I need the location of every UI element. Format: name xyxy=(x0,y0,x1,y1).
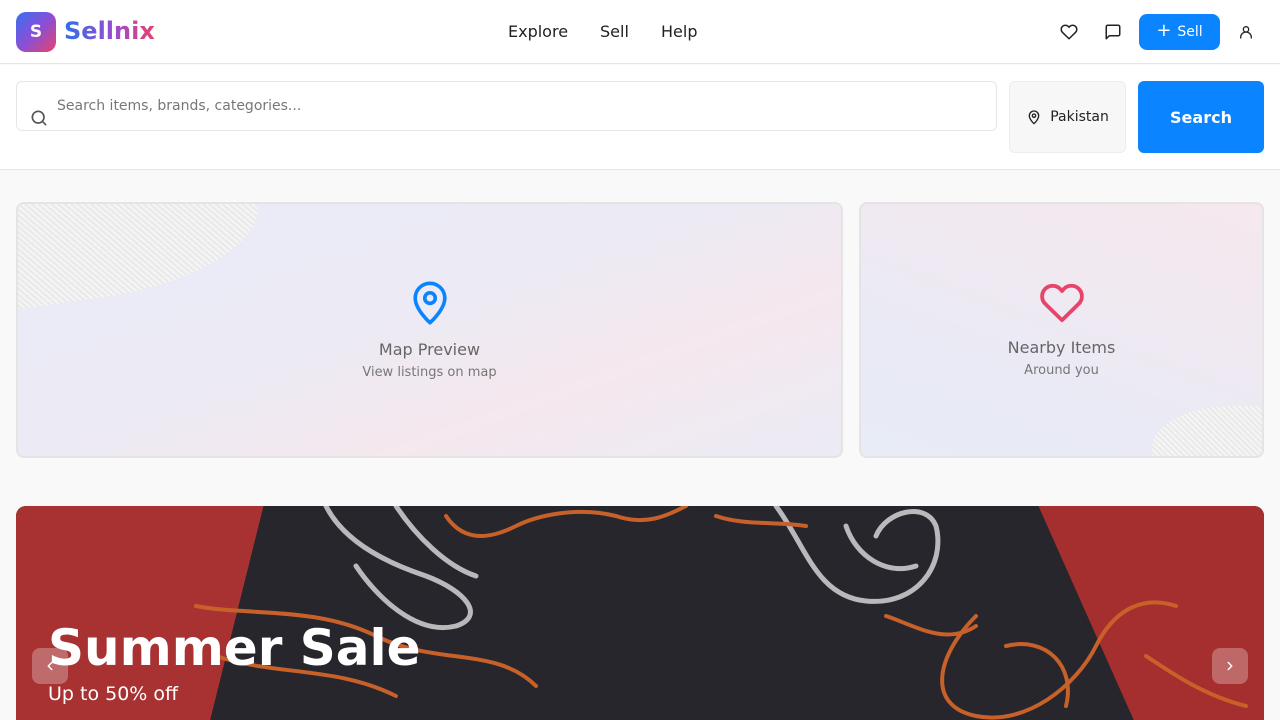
search-field[interactable] xyxy=(16,81,997,131)
nearby-items-card[interactable]: Nearby Items Around you xyxy=(859,202,1264,458)
nearby-items-title: Nearby Items xyxy=(1007,338,1116,357)
carousel-prev-button[interactable] xyxy=(32,648,68,684)
location-label: Pakistan xyxy=(1050,109,1109,125)
message-icon xyxy=(1105,24,1121,40)
heart-icon xyxy=(1039,283,1084,323)
account-button[interactable] xyxy=(1234,20,1258,44)
search-bar: Pakistan Search xyxy=(0,65,1280,170)
location-pin-icon xyxy=(1028,110,1040,125)
search-input[interactable] xyxy=(57,94,957,118)
map-pin-icon xyxy=(412,281,447,325)
card-decoration xyxy=(18,204,258,313)
heart-icon xyxy=(1060,24,1078,40)
brand-name[interactable]: Sellnix xyxy=(64,14,155,48)
chevron-right-icon xyxy=(1227,661,1233,671)
carousel-next-button[interactable] xyxy=(1212,648,1248,684)
top-navigation-bar: S Sellnix Explore Sell Help + Sell xyxy=(0,0,1280,64)
nav-help-link[interactable]: Help xyxy=(661,20,697,44)
plus-icon: + xyxy=(1156,20,1172,41)
card-decoration xyxy=(1152,406,1262,456)
chevron-left-icon xyxy=(47,661,53,671)
user-icon xyxy=(1240,26,1252,39)
search-icon xyxy=(31,110,47,126)
location-selector[interactable]: Pakistan xyxy=(1009,81,1126,153)
sell-button[interactable]: + Sell xyxy=(1139,14,1220,50)
nav-sell-link[interactable]: Sell xyxy=(600,20,629,44)
banner-background-image xyxy=(194,506,1248,720)
sell-button-label: Sell xyxy=(1177,24,1203,40)
favorites-button[interactable] xyxy=(1057,20,1081,44)
nav-explore-link[interactable]: Explore xyxy=(508,20,568,44)
promo-banner[interactable]: Summer Sale Up to 50% off xyxy=(16,506,1264,720)
banner-subtitle: Up to 50% off xyxy=(48,683,179,705)
map-preview-title: Map Preview xyxy=(378,340,481,359)
nearby-items-subtitle: Around you xyxy=(1024,363,1099,378)
logo-badge[interactable]: S xyxy=(16,12,56,52)
messages-button[interactable] xyxy=(1101,20,1125,44)
banner-title: Summer Sale xyxy=(48,619,421,677)
map-preview-subtitle: View listings on map xyxy=(362,365,497,380)
map-preview-card[interactable]: Map Preview View listings on map xyxy=(16,202,843,458)
search-button[interactable]: Search xyxy=(1138,81,1264,153)
